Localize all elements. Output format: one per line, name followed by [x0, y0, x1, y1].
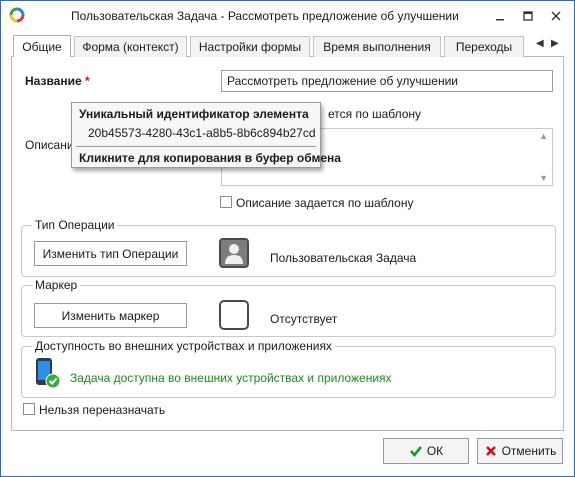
title-bar: Пользовательская Задача - Рассмотреть пр…	[1, 1, 574, 31]
tab-general[interactable]: Общие	[13, 35, 71, 58]
tab-scroll-left-icon[interactable]: ◀	[536, 38, 544, 49]
external-access-group-title: Доступность во внешних устройствах и при…	[32, 339, 335, 353]
tab-form-settings[interactable]: Настройки формы	[190, 36, 310, 57]
external-access-status: Задача доступна во внешних устройствах и…	[70, 371, 392, 385]
no-reassign-checkbox-label: Нельзя переназначать	[39, 403, 166, 417]
element-id-tooltip[interactable]: Уникальный идентификатор элемента 20b455…	[71, 102, 341, 168]
close-icon	[551, 11, 561, 21]
description-template-checkbox[interactable]	[220, 196, 232, 208]
external-access-group: Доступность во внешних устройствах и при…	[21, 339, 556, 398]
name-template-checkbox-label: ется по шаблону	[328, 107, 422, 121]
cancel-button[interactable]: Отменить	[477, 438, 563, 464]
scroll-down-icon[interactable]: ▼	[539, 173, 548, 183]
required-mark: *	[85, 74, 90, 88]
tooltip-title: Уникальный идентификатор элемента	[79, 107, 309, 121]
empty-marker-icon	[219, 300, 249, 330]
cancel-x-icon	[485, 446, 496, 456]
ok-button-label: ОК	[426, 444, 444, 458]
marker-group-title: Маркер	[32, 278, 81, 292]
marker-group: Маркер Изменить маркер Отсутствует	[21, 278, 556, 337]
tab-strip: Общие Форма (контекст) Настройки формы В…	[11, 35, 564, 58]
change-operation-type-button[interactable]: Изменить тип Операции	[34, 241, 187, 266]
mobile-check-icon	[36, 358, 61, 389]
marker-value: Отсутствует	[270, 312, 338, 326]
change-marker-button[interactable]: Изменить маркер	[34, 303, 187, 328]
tab-execution-time[interactable]: Время выполнения	[313, 36, 441, 57]
user-avatar-icon	[219, 238, 249, 268]
element-id-value[interactable]: 20b45573-4280-43c1-a8b5-8b6c894b27cd	[88, 126, 316, 140]
minimize-icon	[496, 19, 504, 21]
operation-type-group-title: Тип Операции	[32, 218, 118, 232]
check-icon	[409, 446, 422, 458]
operation-type-value: Пользовательская Задача	[270, 251, 417, 265]
description-template-checkbox-label: Описание задается по шаблону	[236, 196, 414, 210]
operation-type-group: Тип Операции Изменить тип Операции Польз…	[21, 218, 556, 277]
window-title: Пользовательская Задача - Рассмотреть пр…	[71, 9, 459, 23]
app-logo-icon	[9, 7, 25, 23]
dialog-window: Пользовательская Задача - Рассмотреть пр…	[0, 0, 575, 477]
name-input[interactable]: Рассмотреть предложение об улучшении	[221, 70, 553, 92]
tooltip-divider	[76, 146, 316, 147]
maximize-button[interactable]	[517, 5, 539, 27]
ok-button[interactable]: ОК	[383, 438, 469, 464]
no-reassign-checkbox[interactable]	[23, 403, 35, 415]
name-label-text: Название	[25, 74, 82, 88]
tab-form-context[interactable]: Форма (контекст)	[74, 36, 187, 57]
minimize-button[interactable]	[489, 5, 511, 27]
scroll-up-icon[interactable]: ▲	[539, 131, 548, 141]
copy-to-clipboard-hint[interactable]: Кликните для копирования в буфер обмена	[79, 151, 341, 165]
maximize-icon	[523, 11, 533, 21]
tab-scroll-right-icon[interactable]: ▶	[551, 38, 559, 49]
close-button[interactable]	[545, 5, 567, 27]
cancel-button-label: Отменить	[501, 444, 557, 458]
tab-transitions[interactable]: Переходы	[444, 36, 524, 57]
name-label: Название *	[25, 74, 90, 88]
